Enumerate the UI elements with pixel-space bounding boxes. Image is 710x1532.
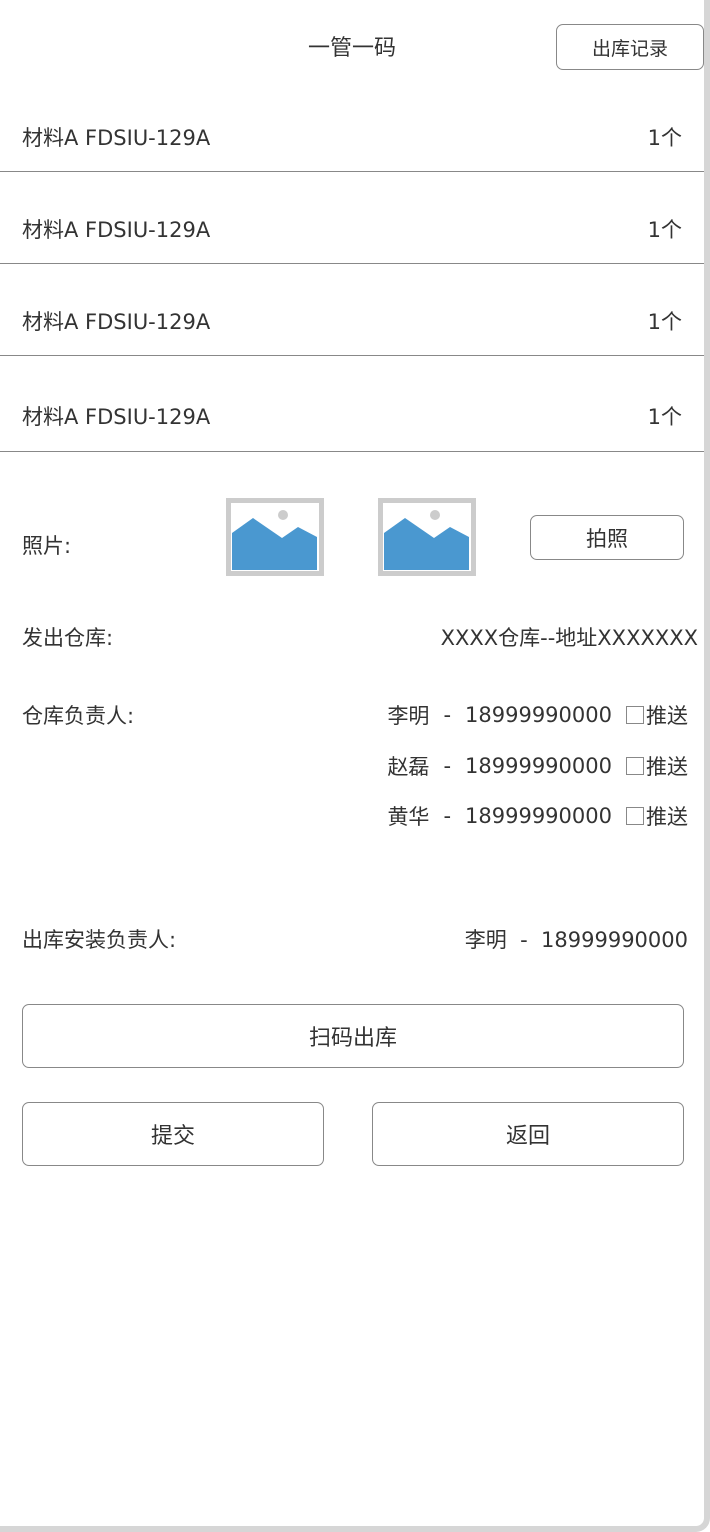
material-row[interactable]: 材料A FDSIU-129A 1个	[0, 80, 704, 172]
image-placeholder-icon[interactable]	[226, 498, 324, 576]
image-placeholder-icon[interactable]	[378, 498, 476, 576]
material-qty: 1个	[647, 405, 682, 429]
installer-value: 李明 - 18999990000	[464, 928, 688, 952]
warehouse-label: 发出仓库:	[22, 626, 114, 650]
material-row[interactable]: 材料A FDSIU-129A 1个	[0, 264, 704, 356]
push-label: 推送	[646, 805, 688, 829]
push-checkbox[interactable]	[626, 757, 644, 775]
push-label: 推送	[646, 704, 688, 728]
installer-label: 出库安装负责人:	[22, 928, 177, 952]
material-row[interactable]: 材料A FDSIU-129A 1个	[0, 356, 704, 452]
take-photo-button[interactable]: 拍照	[530, 515, 684, 560]
warehouse-value: XXXX仓库--地址XXXXXXX	[440, 626, 698, 650]
manager-phone: 18999990000	[465, 754, 612, 778]
material-row[interactable]: 材料A FDSIU-129A 1个	[0, 172, 704, 264]
back-button[interactable]: 返回	[372, 1102, 684, 1166]
photo-label: 照片:	[22, 534, 72, 558]
manager-name: 李明	[387, 704, 430, 728]
material-name: 材料A FDSIU-129A	[22, 405, 211, 429]
manager-name: 赵磊	[387, 755, 430, 779]
separator: -	[443, 804, 452, 828]
manager-item: 李明 -18999990000 推送	[387, 700, 688, 730]
material-name: 材料A FDSIU-129A	[22, 126, 211, 150]
push-checkbox[interactable]	[626, 706, 644, 724]
scan-outbound-button[interactable]: 扫码出库	[22, 1004, 684, 1068]
push-label: 推送	[646, 755, 688, 779]
manager-name: 黄华	[387, 805, 430, 829]
material-name: 材料A FDSIU-129A	[22, 310, 211, 334]
separator: -	[443, 754, 452, 778]
material-name: 材料A FDSIU-129A	[22, 218, 211, 242]
manager-phone: 18999990000	[465, 703, 612, 727]
push-checkbox[interactable]	[626, 807, 644, 825]
manager-item: 赵磊 -18999990000 推送	[387, 751, 688, 781]
material-qty: 1个	[647, 218, 682, 242]
material-qty: 1个	[647, 310, 682, 334]
managers-label: 仓库负责人:	[22, 704, 135, 728]
separator: -	[443, 703, 452, 727]
manager-phone: 18999990000	[465, 804, 612, 828]
submit-button[interactable]: 提交	[22, 1102, 324, 1166]
manager-item: 黄华 -18999990000 推送	[387, 801, 688, 831]
material-qty: 1个	[647, 126, 682, 150]
outbound-records-button[interactable]: 出库记录	[556, 24, 704, 70]
